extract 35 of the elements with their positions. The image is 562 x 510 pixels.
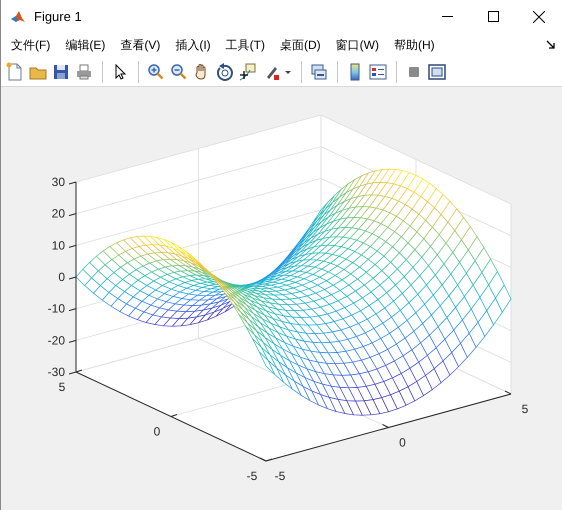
menu-item[interactable]: 桌面(D) bbox=[274, 35, 327, 55]
maximize-icon bbox=[488, 11, 498, 22]
zoom-in-icon bbox=[146, 62, 166, 82]
printer-icon bbox=[74, 62, 94, 82]
zoom-out-icon bbox=[169, 62, 189, 82]
data-cursor-icon bbox=[238, 62, 258, 82]
menu-item[interactable]: 编辑(E) bbox=[59, 35, 112, 55]
tick-label: 0 bbox=[58, 270, 65, 284]
tick-label: 20 bbox=[52, 206, 65, 221]
tick-label: -20 bbox=[48, 333, 65, 348]
tick-label: 30 bbox=[52, 175, 65, 189]
window-title: Figure 1 bbox=[34, 8, 82, 26]
menu-item[interactable]: 文件(F) bbox=[5, 35, 56, 55]
tick-label: 5 bbox=[58, 380, 66, 394]
menu-item[interactable]: 插入(I) bbox=[169, 35, 217, 55]
menu-item[interactable]: 工具(T) bbox=[220, 35, 271, 55]
rotate-icon bbox=[215, 62, 235, 82]
rotate-button[interactable] bbox=[214, 60, 236, 82]
link-icon bbox=[309, 62, 329, 82]
tick-label: 0 bbox=[154, 424, 160, 438]
menu-item[interactable]: 查看(V) bbox=[114, 35, 166, 55]
app-logo-icon bbox=[10, 8, 26, 24]
tick-label: -30 bbox=[48, 365, 65, 379]
tick-label: 10 bbox=[52, 238, 65, 252]
tick-label: -5 bbox=[274, 469, 286, 483]
panel-icon bbox=[427, 62, 447, 82]
menu-item[interactable]: 窗口(W) bbox=[330, 35, 385, 55]
legend-icon bbox=[368, 62, 388, 82]
tick-label: 5 bbox=[522, 402, 528, 416]
tick-label: 0 bbox=[399, 436, 406, 450]
tick-label: -10 bbox=[48, 302, 65, 316]
menu-item[interactable]: 帮助(H) bbox=[388, 35, 441, 55]
dock-arrow-icon[interactable] bbox=[546, 40, 556, 50]
tick-label: -5 bbox=[246, 469, 258, 483]
close-icon bbox=[533, 10, 545, 22]
